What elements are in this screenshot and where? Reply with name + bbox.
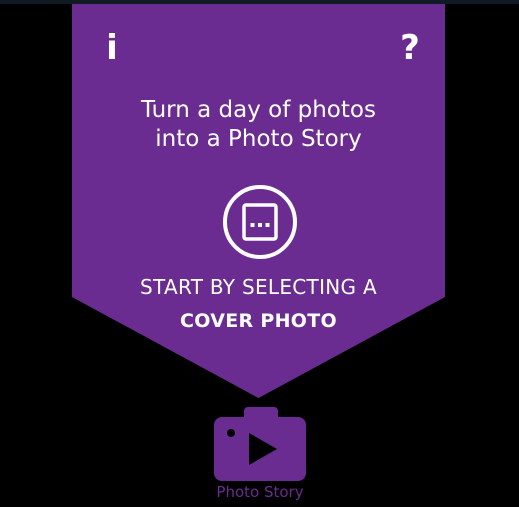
cta-text-line-1: START BY SELECTING A [140, 275, 377, 299]
tagline-line-1: Turn a day of photos [141, 97, 376, 123]
tagline: Turn a day of photos into a Photo Story [72, 96, 445, 154]
intro-banner: i ? Turn a day of photos into a Photo St… [72, 4, 445, 398]
tagline-line-2: into a Photo Story [155, 126, 362, 152]
app-label: Photo Story [216, 483, 304, 501]
camera-play-icon[interactable] [214, 407, 306, 481]
info-button[interactable]: i [102, 28, 122, 68]
photo-picker-icon[interactable] [222, 184, 298, 260]
help-button[interactable]: ? [396, 28, 424, 68]
cta-text-line-2: COVER PHOTO [180, 310, 337, 332]
